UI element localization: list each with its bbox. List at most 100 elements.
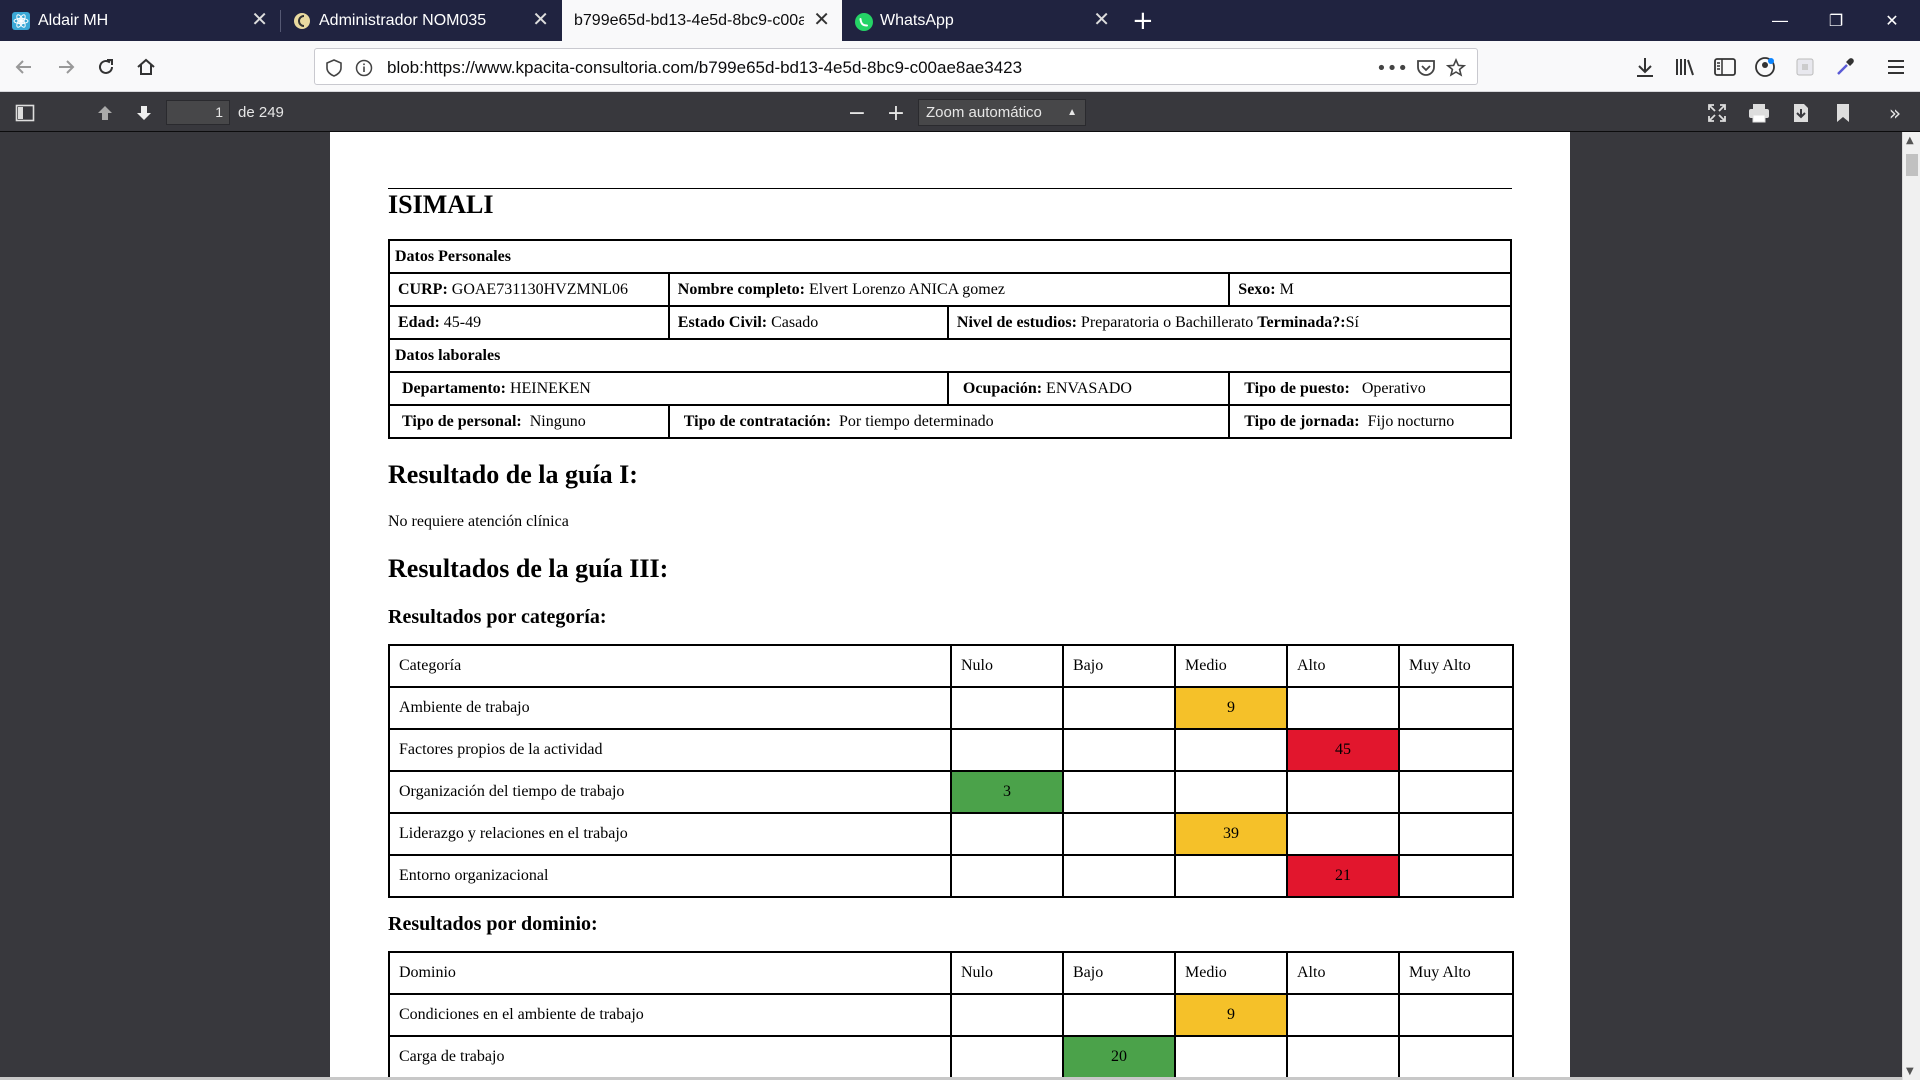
zoom-out-icon[interactable]: − bbox=[844, 100, 870, 126]
tab-strip: Aldair MH ✕ Administrador NOM035 ✕ b799e… bbox=[0, 0, 1920, 41]
empty-cell bbox=[950, 993, 1064, 1037]
column-header: Medio bbox=[1174, 951, 1288, 995]
empty-cell bbox=[1174, 728, 1288, 772]
column-header: Medio bbox=[1174, 644, 1288, 688]
empty-cell bbox=[1062, 993, 1176, 1037]
scroll-up-icon[interactable]: ▲ bbox=[1906, 135, 1914, 146]
domain-results-title: Resultados por dominio: bbox=[388, 913, 598, 935]
position-type-cell: Tipo de puesto: Operativo bbox=[1228, 371, 1512, 406]
empty-cell bbox=[950, 854, 1064, 898]
restore-icon[interactable]: ❐ bbox=[1808, 0, 1864, 41]
forward-icon[interactable] bbox=[52, 53, 80, 81]
tab-administrador[interactable]: Administrador NOM035 ✕ bbox=[281, 0, 561, 41]
occupation-cell: Ocupación: ENVASADO bbox=[946, 371, 1231, 406]
column-header: Muy Alto bbox=[1398, 644, 1514, 688]
empty-cell bbox=[1398, 854, 1514, 898]
empty-cell bbox=[1398, 1035, 1514, 1079]
reload-icon[interactable] bbox=[92, 53, 120, 81]
previous-page-icon[interactable] bbox=[92, 100, 118, 126]
home-icon[interactable] bbox=[132, 53, 160, 81]
domain-row: Carga de trabajo 20 bbox=[388, 1035, 1514, 1079]
empty-cell bbox=[950, 812, 1064, 856]
window-close-icon[interactable]: ✕ bbox=[1864, 0, 1920, 41]
tools-chevron-icon[interactable]: » bbox=[1882, 100, 1908, 126]
full-name-cell: Nombre completo: Elvert Lorenzo ANICA go… bbox=[667, 272, 1231, 307]
personal-data-header: Datos Personales bbox=[388, 239, 1512, 274]
department-cell: Departamento: HEINEKEN bbox=[388, 371, 949, 406]
navigation-bar: blob:https://www.kpacita-consultoria.com… bbox=[0, 41, 1920, 92]
presentation-mode-icon[interactable] bbox=[1704, 100, 1730, 126]
empty-cell bbox=[1174, 1035, 1288, 1079]
score-cell: 9 bbox=[1174, 686, 1288, 730]
empty-cell bbox=[1398, 770, 1514, 814]
score-cell: 20 bbox=[1062, 1035, 1176, 1079]
empty-cell bbox=[1398, 728, 1514, 772]
toggle-sidebar-icon[interactable] bbox=[12, 100, 38, 126]
shield-icon[interactable] bbox=[323, 57, 345, 79]
minimize-icon[interactable]: ― bbox=[1752, 0, 1808, 41]
empty-cell bbox=[1286, 993, 1400, 1037]
pdf-page: ISIMALI Datos Personales CURP: GOAE73113… bbox=[330, 132, 1570, 1080]
url-text: blob:https://www.kpacita-consultoria.com… bbox=[387, 58, 1023, 77]
print-icon[interactable] bbox=[1746, 100, 1772, 126]
empty-cell bbox=[1398, 993, 1514, 1037]
tab-whatsapp[interactable]: WhatsApp ✕ bbox=[842, 0, 1122, 41]
age-cell: Edad: 45-49 bbox=[388, 305, 670, 340]
scrollbar-thumb[interactable] bbox=[1906, 154, 1918, 176]
bookmark-icon[interactable] bbox=[1830, 100, 1856, 126]
scroll-down-icon[interactable]: ▼ bbox=[1906, 1066, 1914, 1077]
table-header-row: Dominio Nulo Bajo Medio Alto Muy Alto bbox=[388, 951, 1514, 995]
tab-pdf-blob[interactable]: b799e65d-bd13-4e5d-8bc9-c00ae8ae3423 ✕ bbox=[562, 0, 842, 41]
employee-info-table: Datos Personales CURP: GOAE731130HVZMNL0… bbox=[388, 239, 1513, 439]
page-number-input[interactable]: 1 bbox=[166, 100, 230, 125]
sidebar-icon[interactable] bbox=[1711, 53, 1739, 81]
address-bar[interactable]: blob:https://www.kpacita-consultoria.com… bbox=[314, 48, 1478, 85]
account-icon[interactable] bbox=[1751, 53, 1779, 81]
row-label: Entorno organizacional bbox=[388, 854, 952, 898]
empty-cell bbox=[1174, 854, 1288, 898]
close-icon[interactable]: ✕ bbox=[251, 10, 268, 30]
empty-cell bbox=[1062, 854, 1176, 898]
category-row: Organización del tiempo de trabajo 3 bbox=[388, 770, 1514, 814]
tab-label: b799e65d-bd13-4e5d-8bc9-c00ae8ae3423 bbox=[574, 12, 804, 29]
guide-1-title: Resultado de la guía I: bbox=[388, 460, 638, 489]
zoom-select[interactable]: Zoom automático ▲▼ bbox=[918, 99, 1086, 143]
empty-cell bbox=[1062, 728, 1176, 772]
eyedropper-icon[interactable] bbox=[1831, 53, 1859, 81]
save-download-icon[interactable] bbox=[1788, 100, 1814, 126]
close-icon[interactable]: ✕ bbox=[532, 10, 549, 30]
new-tab-icon[interactable]: + bbox=[1132, 6, 1154, 36]
next-page-icon[interactable] bbox=[131, 100, 157, 126]
tab-aldair[interactable]: Aldair MH ✕ bbox=[0, 0, 280, 41]
row-label: Liderazgo y relaciones en el trabajo bbox=[388, 812, 952, 856]
empty-cell bbox=[1286, 686, 1400, 730]
close-icon[interactable]: ✕ bbox=[1093, 10, 1110, 30]
guide-1-result: No requiere atención clínica bbox=[388, 513, 569, 530]
zoom-in-icon[interactable]: + bbox=[883, 100, 909, 126]
staff-type-cell: Tipo de personal: Ninguno bbox=[388, 404, 670, 439]
info-icon[interactable] bbox=[353, 57, 375, 79]
pdf-toolbar: 1 de 249 − + Zoom automático ▲▼ » bbox=[0, 92, 1920, 143]
download-icon[interactable] bbox=[1631, 53, 1659, 81]
empty-cell bbox=[1286, 1035, 1400, 1079]
page-actions-icon[interactable]: ••• bbox=[1376, 57, 1408, 79]
column-header: Alto bbox=[1286, 951, 1400, 995]
close-icon[interactable]: ✕ bbox=[813, 10, 830, 30]
back-icon[interactable] bbox=[10, 53, 38, 81]
pocket-icon[interactable] bbox=[1415, 57, 1437, 79]
empty-cell bbox=[950, 1035, 1064, 1079]
category-row: Liderazgo y relaciones en el trabajo 39 bbox=[388, 812, 1514, 856]
library-icon[interactable] bbox=[1671, 53, 1699, 81]
empty-cell bbox=[1286, 812, 1400, 856]
company-name: ISIMALI bbox=[388, 190, 494, 219]
vertical-scrollbar[interactable]: ▲ ▼ bbox=[1902, 132, 1920, 1080]
contract-type-cell: Tipo de contratación: Por tiempo determi… bbox=[667, 404, 1231, 439]
column-header: Muy Alto bbox=[1398, 951, 1514, 995]
extension-icon[interactable] bbox=[1791, 53, 1819, 81]
category-row: Ambiente de trabajo 9 bbox=[388, 686, 1514, 730]
empty-cell bbox=[1286, 770, 1400, 814]
pdf-viewer[interactable]: ISIMALI Datos Personales CURP: GOAE73113… bbox=[0, 132, 1920, 1080]
menu-icon[interactable] bbox=[1882, 53, 1910, 81]
row-label: Ambiente de trabajo bbox=[388, 686, 952, 730]
bookmark-star-icon[interactable] bbox=[1445, 57, 1467, 79]
